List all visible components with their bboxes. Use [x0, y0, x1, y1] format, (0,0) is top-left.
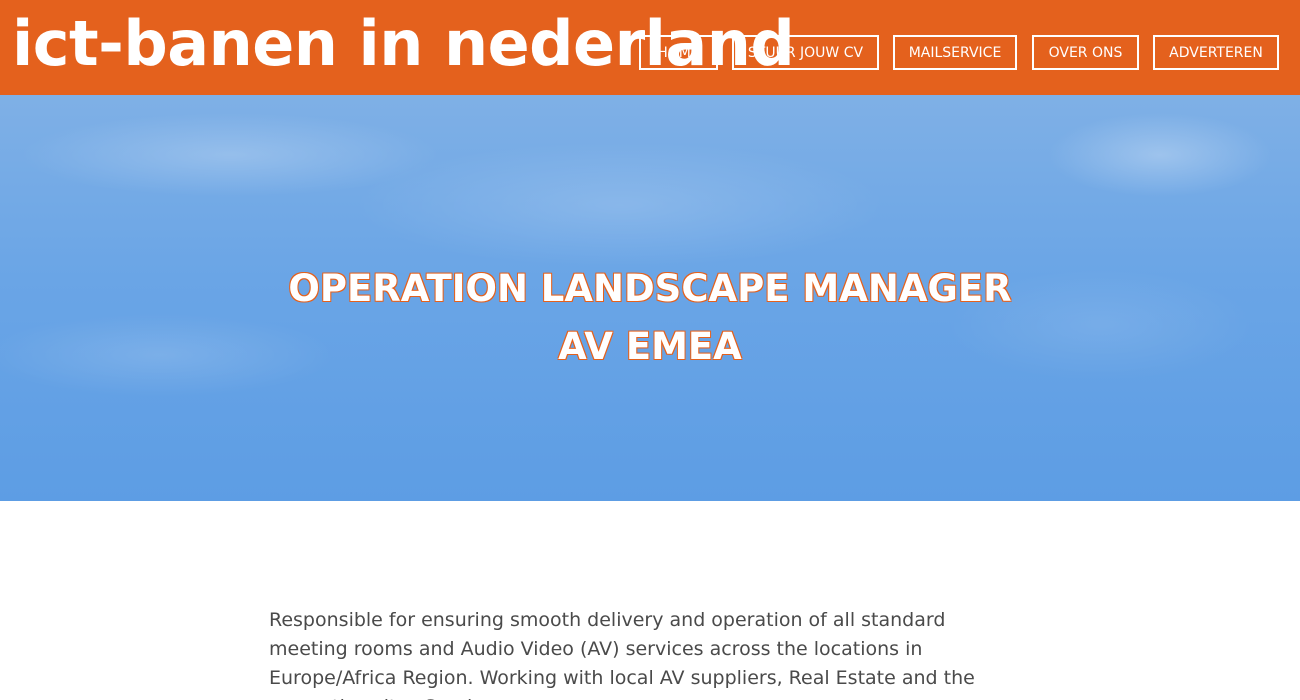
job-title: OPERATION LANDSCAPE MANAGER AV EMEA: [288, 267, 1012, 368]
site-header: ict-banen in nederland HOME STUUR JOUW C…: [0, 0, 1300, 95]
nav-about-button[interactable]: OVER ONS: [1032, 35, 1139, 70]
site-title-link[interactable]: ict-banen in nederland: [12, 4, 795, 84]
hero-banner: OPERATION LANDSCAPE MANAGER AV EMEA: [0, 95, 1300, 501]
nav-advertise-button[interactable]: ADVERTEREN: [1153, 35, 1279, 70]
job-description: Responsible for ensuring smooth delivery…: [269, 606, 1029, 700]
nav-mailservice-button[interactable]: MAILSERVICE: [893, 35, 1017, 70]
job-description-paragraph: Responsible for ensuring smooth delivery…: [269, 609, 975, 700]
